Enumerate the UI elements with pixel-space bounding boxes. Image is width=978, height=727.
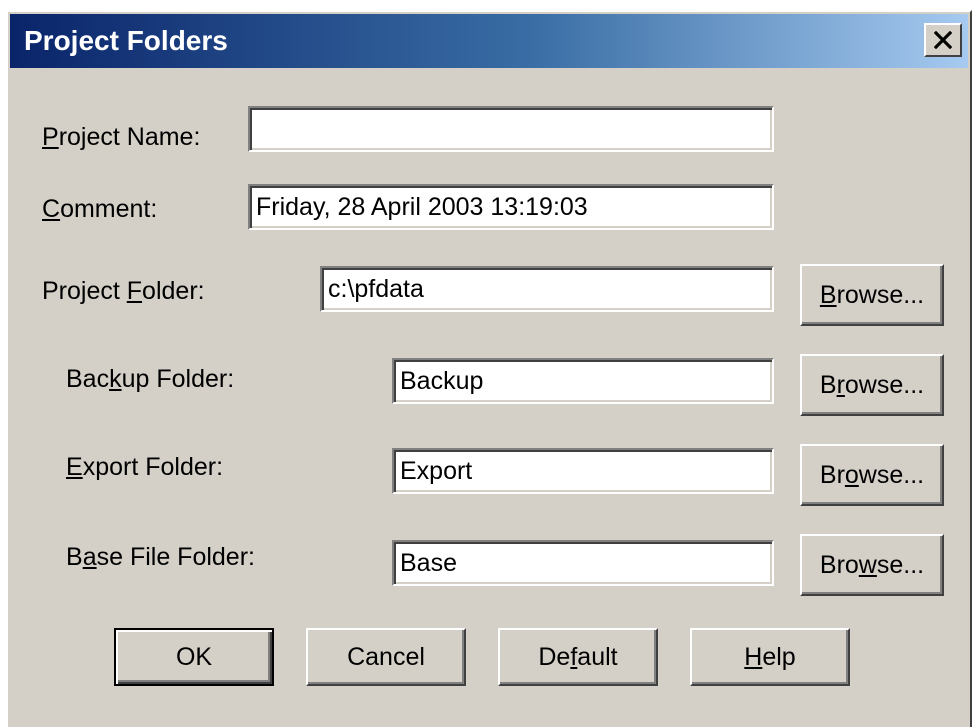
base-file-folder-input[interactable]: [392, 540, 774, 586]
project-name-input[interactable]: [248, 106, 774, 152]
help-button[interactable]: Help: [690, 628, 850, 686]
default-button[interactable]: Default: [498, 628, 658, 686]
project-folder-input[interactable]: [320, 266, 774, 312]
window-title: Project Folders: [24, 25, 228, 56]
export-folder-label: Export Folder:: [66, 453, 224, 481]
browse-base-file-folder-button[interactable]: Browse...: [800, 534, 944, 596]
close-icon: [934, 31, 952, 49]
project-folder-label: Project Folder:: [42, 277, 205, 305]
comment-input[interactable]: [248, 184, 774, 230]
browse-export-folder-button[interactable]: Browse...: [800, 444, 944, 506]
ok-button[interactable]: OK: [114, 628, 274, 686]
browse-project-folder-button[interactable]: Browse...: [800, 264, 944, 326]
browse-backup-folder-button[interactable]: Browse...: [800, 354, 944, 416]
backup-folder-label: Backup Folder:: [66, 365, 235, 393]
export-folder-input[interactable]: [392, 448, 774, 494]
title-bar[interactable]: Project Folders: [10, 14, 968, 68]
cancel-button[interactable]: Cancel: [306, 628, 466, 686]
close-button[interactable]: [924, 23, 962, 57]
project-name-label: Project Name:: [42, 123, 201, 151]
project-folders-dialog: Project Folders Project Name: Comment: P…: [6, 10, 972, 727]
comment-label: Comment:: [42, 195, 158, 223]
backup-folder-input[interactable]: [392, 358, 774, 404]
base-file-folder-label: Base File Folder:: [66, 543, 255, 571]
